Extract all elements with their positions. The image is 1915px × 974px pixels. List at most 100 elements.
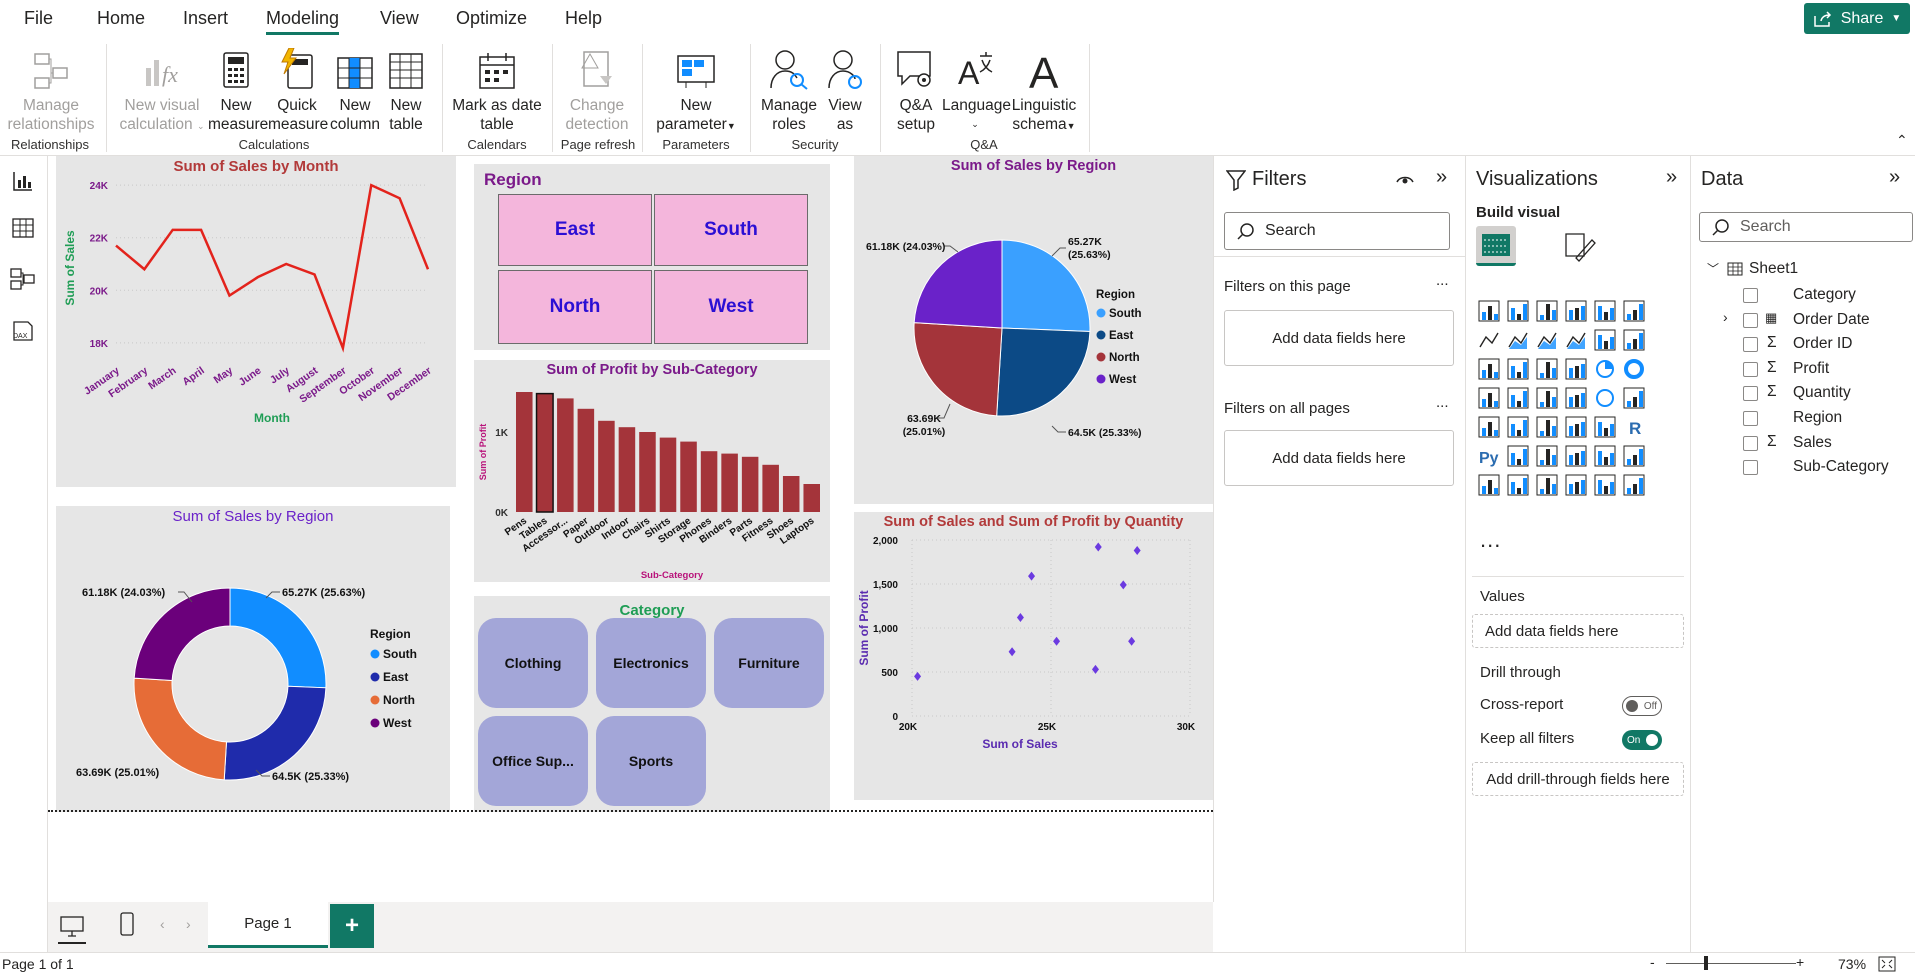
zoom-in-button[interactable]: + xyxy=(1796,954,1804,970)
field-checkbox[interactable] xyxy=(1743,411,1758,426)
menu-view[interactable]: View xyxy=(380,8,419,29)
r-script-visual-icon[interactable]: R xyxy=(1629,419,1641,438)
smart-narrative-icon[interactable] xyxy=(1594,445,1616,467)
region-slicer-north[interactable]: North xyxy=(498,270,652,344)
add-page-button[interactable]: + xyxy=(330,904,374,948)
pie-chart-icon[interactable] xyxy=(1596,360,1614,378)
collapse-data-icon[interactable]: » xyxy=(1889,166,1900,189)
tab-page-1[interactable]: Page 1 xyxy=(208,902,328,948)
map-icon[interactable] xyxy=(1507,387,1529,409)
format-visual-icon[interactable] xyxy=(1562,230,1596,264)
paginated-report-icon[interactable] xyxy=(1478,474,1500,496)
new-table-button[interactable]: New table xyxy=(382,46,430,134)
line-clustered-column-chart-icon[interactable] xyxy=(1623,329,1645,351)
zoom-slider-thumb[interactable] xyxy=(1704,956,1708,970)
collapse-visualizations-icon[interactable]: » xyxy=(1666,166,1677,189)
field-checkbox[interactable] xyxy=(1743,361,1758,377)
azure-map-icon[interactable] xyxy=(1565,387,1587,409)
drill-through-drop-zone[interactable]: Add drill-through fields here xyxy=(1472,762,1684,796)
filters-on-page-more-icon[interactable]: ... xyxy=(1436,272,1449,289)
new-card-icon[interactable] xyxy=(1507,474,1529,496)
100-stacked-area-chart-icon[interactable] xyxy=(1566,332,1586,349)
pie-chart-sales-by-region[interactable]: Sum of Sales by Region 65.27K (25.63%) 64.… xyxy=(854,156,1213,504)
desktop-layout-icon[interactable] xyxy=(60,916,84,938)
menu-file[interactable]: File xyxy=(24,8,53,29)
multi-row-card-icon[interactable] xyxy=(1478,416,1500,438)
scatter-chart-sales-profit-by-quantity[interactable]: Sum of Sales and Sum of Profit by Quanti… xyxy=(854,512,1213,800)
donut-chart-sales-by-region[interactable]: Sum of Sales by Region 65.27K (25.63%) 64… xyxy=(56,506,450,812)
region-slicer-east[interactable]: East xyxy=(498,194,652,266)
menu-modeling[interactable]: Modeling xyxy=(266,8,340,35)
power-apps-icon[interactable] xyxy=(1594,474,1616,496)
menu-help[interactable]: Help xyxy=(565,8,602,29)
category-slicer-office-supplies[interactable]: Office Sup... xyxy=(478,716,588,806)
region-slicer-west[interactable]: West xyxy=(654,270,808,344)
field-checkbox[interactable] xyxy=(1743,337,1758,353)
filters-all-pages-more-icon[interactable]: ... xyxy=(1436,394,1449,411)
table-view-icon[interactable] xyxy=(12,218,34,238)
category-slicer-furniture[interactable]: Furniture xyxy=(714,618,824,708)
filters-page-drop-zone[interactable]: Add data fields here xyxy=(1224,310,1454,366)
menu-insert[interactable]: Insert xyxy=(183,8,228,29)
new-column-button[interactable]: New column xyxy=(330,46,380,134)
python-visual-icon[interactable]: Py xyxy=(1479,450,1499,467)
tab-scroll-left-icon[interactable]: ‹ xyxy=(160,916,165,932)
more-visuals-icon[interactable]: ... xyxy=(1480,529,1501,551)
dax-query-view-icon[interactable]: DAX xyxy=(10,320,36,342)
qa-visual-icon[interactable] xyxy=(1565,445,1587,467)
area-chart-icon[interactable] xyxy=(1508,332,1528,349)
build-visual-tab[interactable] xyxy=(1476,226,1516,266)
menu-optimize[interactable]: Optimize xyxy=(456,8,527,29)
new-visual-calculation-button[interactable]: fx New visual calculation ⌄ xyxy=(116,46,208,136)
manage-relationships-button[interactable]: Manage relationships xyxy=(6,46,96,134)
mobile-layout-icon[interactable] xyxy=(120,912,134,936)
matrix-icon[interactable] xyxy=(1594,416,1616,438)
model-view-icon[interactable] xyxy=(10,268,36,290)
treemap-icon[interactable] xyxy=(1478,387,1500,409)
collapse-filters-icon[interactable]: » xyxy=(1436,166,1447,189)
stacked-column-chart-icon[interactable] xyxy=(1507,300,1529,322)
metrics-visual-icon[interactable] xyxy=(1623,445,1645,467)
kpi-icon[interactable] xyxy=(1507,416,1529,438)
linguistic-schema-button[interactable]: A Linguistic schema▼ xyxy=(1008,46,1080,136)
bar-chart-profit-by-subcategory[interactable]: Sum of Profit by Sub-Category 1K 0K Pens Ta… xyxy=(474,360,830,582)
eye-icon[interactable] xyxy=(1396,172,1414,186)
power-automate-icon[interactable] xyxy=(1623,474,1645,496)
new-parameter-button[interactable]: New parameter▼ xyxy=(650,46,742,136)
clustered-bar-chart-icon[interactable] xyxy=(1536,300,1558,322)
share-button[interactable]: Share ▼ xyxy=(1804,3,1910,34)
waterfall-chart-icon[interactable] xyxy=(1507,358,1529,380)
card-icon[interactable] xyxy=(1623,387,1645,409)
data-search-input[interactable]: Search xyxy=(1699,212,1913,242)
field-checkbox[interactable] xyxy=(1743,435,1758,451)
tab-scroll-right-icon[interactable]: › xyxy=(186,916,191,932)
menu-home[interactable]: Home xyxy=(97,8,145,29)
view-as-button[interactable]: View as xyxy=(822,46,868,134)
zoom-out-button[interactable]: - xyxy=(1650,954,1655,970)
chevron-down-icon[interactable]: ﹀ xyxy=(1707,260,1719,277)
key-influencers-icon[interactable] xyxy=(1507,445,1529,467)
quick-measure-button[interactable]: Quick measure xyxy=(268,46,328,134)
visual-type-gallery[interactable]: R Py xyxy=(1474,296,1684,510)
stacked-bar-chart-icon[interactable] xyxy=(1478,300,1500,322)
fit-to-page-icon[interactable] xyxy=(1878,956,1896,972)
button-slicer-icon[interactable] xyxy=(1536,474,1558,496)
report-view-icon[interactable] xyxy=(12,170,34,192)
collapse-ribbon-icon[interactable]: ⌃ xyxy=(1896,132,1908,149)
change-detection-button[interactable]: Change detection xyxy=(556,46,638,134)
zoom-slider[interactable] xyxy=(1666,963,1796,964)
category-slicer-clothing[interactable]: Clothing xyxy=(478,618,588,708)
funnel-chart-icon[interactable] xyxy=(1536,358,1558,380)
filters-all-pages-drop-zone[interactable]: Add data fields here xyxy=(1224,430,1454,486)
clustered-column-chart-icon[interactable] xyxy=(1565,300,1587,322)
field-sub-category[interactable]: Sub-Category xyxy=(1691,454,1915,484)
decomposition-tree-icon[interactable] xyxy=(1536,445,1558,467)
100-stacked-column-chart-icon[interactable] xyxy=(1623,300,1645,322)
scatter-chart-icon[interactable] xyxy=(1565,358,1587,380)
line-stacked-column-chart-icon[interactable] xyxy=(1594,329,1616,351)
manage-roles-button[interactable]: Manage roles xyxy=(756,46,822,134)
100-stacked-bar-chart-icon[interactable] xyxy=(1594,300,1616,322)
field-checkbox[interactable] xyxy=(1743,386,1758,402)
line-chart-icon[interactable] xyxy=(1479,332,1499,348)
line-chart-sales-by-month[interactable]: Sum of Sales by Month 24K 22K 20K 18K Januar… xyxy=(56,156,456,487)
